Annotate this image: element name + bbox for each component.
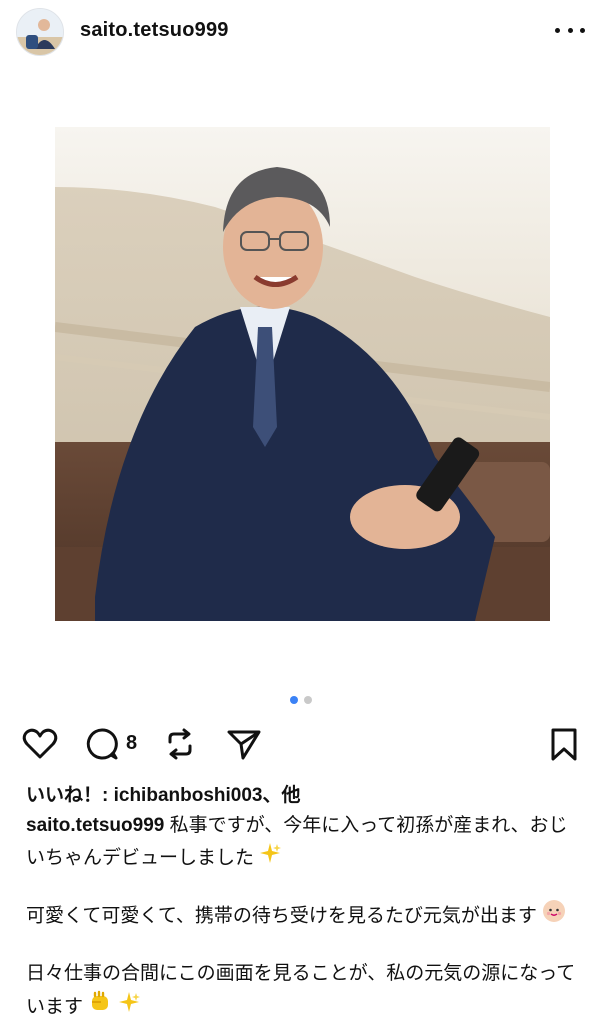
more-dot (555, 27, 560, 33)
caption-paragraph: 日々仕事の合間にこの画面を見ることが、私の元気の源になっています (26, 958, 586, 1025)
bookmark-icon[interactable] (544, 724, 584, 764)
post-actions: 8 (0, 720, 605, 764)
more-dot (580, 27, 585, 33)
post-header: saito.tetsuo999 (0, 0, 605, 64)
repost-icon[interactable] (160, 724, 200, 764)
avatar-image (17, 9, 63, 55)
carousel-dot-active (290, 696, 298, 704)
avatar[interactable] (16, 8, 64, 56)
sparkles-emoji (259, 842, 282, 875)
baby-emoji (542, 899, 566, 934)
post-photo[interactable] (54, 127, 551, 621)
likes-summary[interactable]: いいね！: ichibanboshi003、他 (26, 780, 300, 807)
post-caption: saito.tetsuo999 私事ですが、今年に入って初孫が産まれ、おじいちゃ… (26, 810, 586, 1025)
caption-username[interactable]: saito.tetsuo999 (26, 815, 164, 836)
more-icon[interactable] (555, 18, 585, 42)
caption-paragraph: saito.tetsuo999 私事ですが、今年に入って初孫が産まれ、おじいちゃ… (26, 810, 586, 875)
send-icon[interactable] (224, 724, 264, 764)
more-dot (567, 27, 573, 33)
carousel-dot (304, 696, 312, 704)
fist-emoji (88, 990, 112, 1025)
sparkles-emoji (118, 991, 140, 1024)
heart-icon[interactable] (20, 724, 60, 764)
photo-illustration (54, 127, 551, 621)
carousel-indicator (290, 696, 312, 704)
comment-count: 8 (126, 732, 138, 754)
post-username[interactable]: saito.tetsuo999 (80, 19, 229, 42)
caption-paragraph: 可愛くて可愛くて、携帯の待ち受けを見るたび元気が出ます (26, 899, 586, 934)
caption-text-2: 可愛くて可愛くて、携帯の待ち受けを見るたび元気が出ます (26, 905, 537, 927)
comment-icon[interactable] (82, 724, 122, 764)
